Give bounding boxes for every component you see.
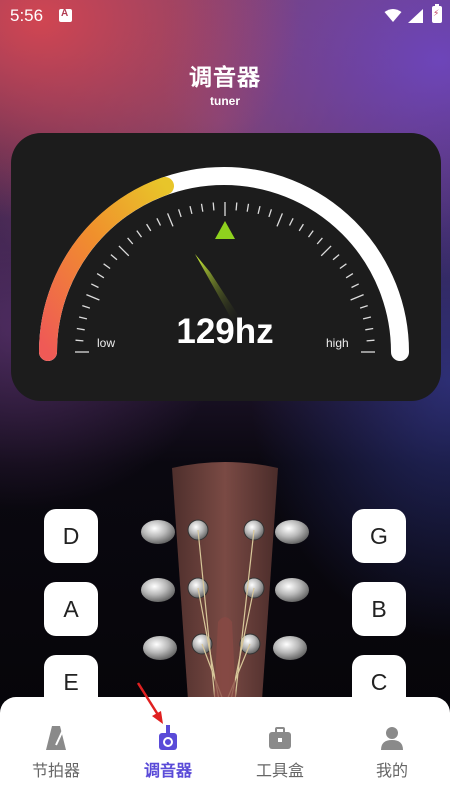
hint-arrow-icon <box>136 682 163 724</box>
